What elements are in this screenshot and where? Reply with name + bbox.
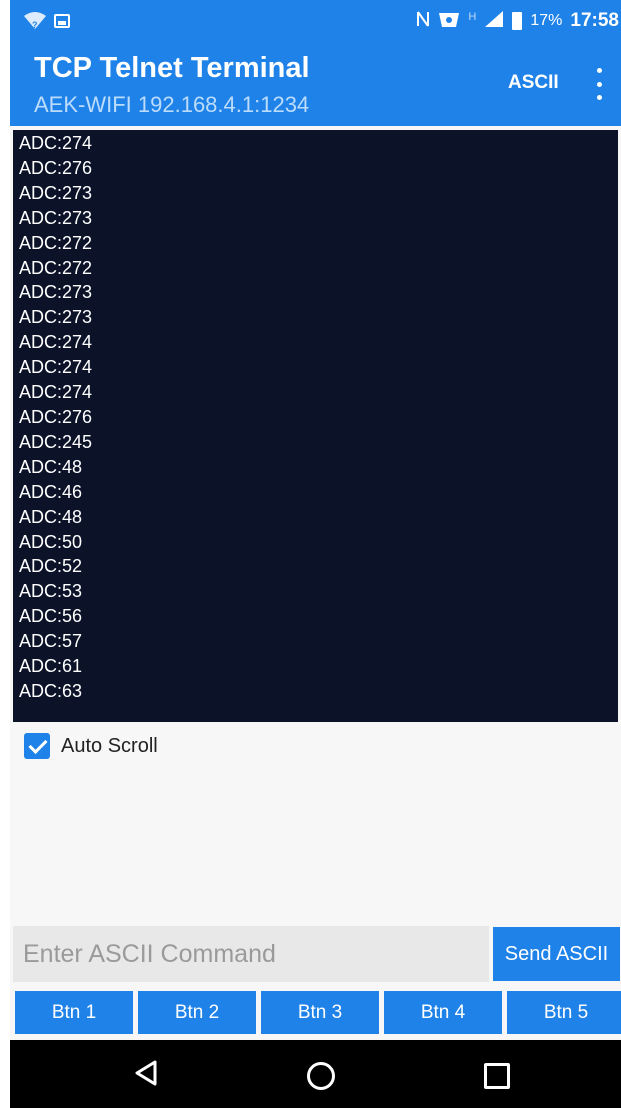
btn-4[interactable]: Btn 4 bbox=[384, 991, 502, 1034]
terminal-line: ADC:57 bbox=[19, 631, 83, 652]
connection-subtitle: AEK-WIFI 192.168.4.1:1234 bbox=[34, 92, 310, 117]
wifi-question-icon: ? bbox=[24, 12, 46, 30]
clock: 17:58 bbox=[570, 10, 619, 31]
terminal-line: ADC:245 bbox=[19, 431, 93, 452]
vpn-key-icon bbox=[438, 10, 460, 32]
terminal-line: ADC:272 bbox=[19, 232, 93, 253]
btn-5[interactable]: Btn 5 bbox=[507, 991, 621, 1034]
btn-2[interactable]: Btn 2 bbox=[138, 991, 256, 1034]
terminal-line: ADC:53 bbox=[19, 581, 83, 602]
terminal-line: ADC:50 bbox=[19, 531, 83, 552]
terminal-line: ADC:46 bbox=[19, 481, 83, 502]
terminal-line: ADC:274 bbox=[19, 382, 93, 403]
battery-icon bbox=[512, 12, 523, 30]
terminal-line: ADC:63 bbox=[19, 680, 83, 701]
auto-scroll-label: Auto Scroll bbox=[61, 734, 158, 757]
terminal-line: ADC:273 bbox=[19, 307, 93, 328]
terminal-output[interactable]: ADC:274 ADC:276 ADC:273 ADC:273 ADC:272 ADC:2… bbox=[13, 130, 618, 722]
terminal-line: ADC:52 bbox=[19, 556, 83, 577]
terminal-line: ADC:48 bbox=[19, 456, 83, 477]
send-ascii-button[interactable]: Send ASCII bbox=[493, 927, 620, 981]
terminal-line: ADC:274 bbox=[19, 133, 93, 153]
terminal-line: ADC:48 bbox=[19, 506, 83, 527]
image-notification-icon bbox=[54, 14, 70, 28]
recents-icon[interactable] bbox=[484, 1063, 510, 1089]
svg-text:?: ? bbox=[32, 20, 38, 30]
back-icon[interactable] bbox=[134, 1060, 158, 1091]
terminal-line: ADC:273 bbox=[19, 182, 93, 203]
checkbox-checked-icon[interactable] bbox=[24, 733, 50, 759]
battery-percent: 17% bbox=[530, 12, 563, 29]
signal-icon bbox=[484, 10, 504, 32]
terminal-line: ADC:274 bbox=[19, 332, 93, 353]
home-icon[interactable] bbox=[307, 1062, 335, 1090]
terminal-line: ADC:276 bbox=[19, 406, 93, 427]
network-type-icon: H bbox=[468, 11, 477, 23]
terminal-line: ADC:61 bbox=[19, 656, 83, 677]
terminal-line: ADC:273 bbox=[19, 207, 93, 228]
command-input[interactable] bbox=[13, 926, 489, 982]
app-bar: TCP Telnet Terminal AEK-WIFI 192.168.4.1… bbox=[10, 44, 621, 126]
terminal-line: ADC:273 bbox=[19, 282, 93, 303]
quick-button-row: Btn 1 Btn 2 Btn 3 Btn 4 Btn 5 bbox=[15, 991, 621, 1035]
terminal-line: ADC:272 bbox=[19, 257, 93, 278]
navigation-bar bbox=[10, 1040, 621, 1108]
nfc-icon bbox=[416, 10, 430, 32]
phone-screen: ? H 17% 17:58 TCP Telnet Terminal AEK-WI… bbox=[10, 0, 621, 1108]
terminal-line: ADC:274 bbox=[19, 357, 93, 378]
ascii-mode-button[interactable]: ASCII bbox=[508, 72, 559, 94]
terminal-line: ADC:276 bbox=[19, 157, 93, 178]
terminal-line: ADC:56 bbox=[19, 606, 83, 627]
more-vert-icon[interactable] bbox=[592, 68, 606, 100]
btn-1[interactable]: Btn 1 bbox=[15, 991, 133, 1034]
app-title: TCP Telnet Terminal bbox=[34, 52, 310, 84]
auto-scroll-toggle[interactable]: Auto Scroll bbox=[24, 733, 158, 759]
btn-3[interactable]: Btn 3 bbox=[261, 991, 379, 1034]
status-bar: ? H 17% 17:58 bbox=[10, 0, 621, 44]
